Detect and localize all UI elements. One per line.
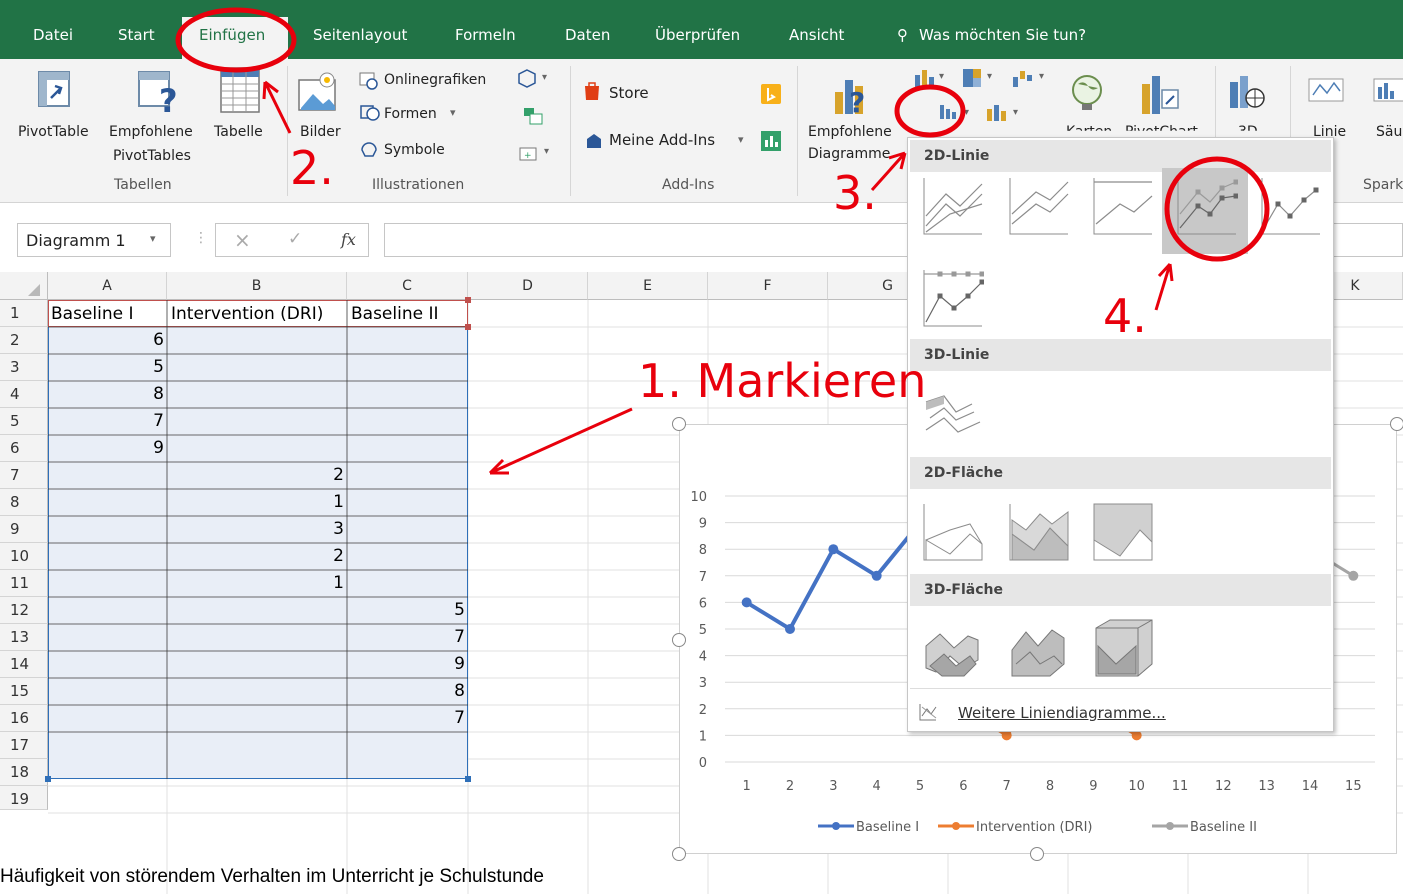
- line-chart-gallery: 2D-Linie 3D-Linie 2D-Fläche 3D-Fläche We…: [907, 137, 1334, 732]
- area-chart-thumb[interactable]: [920, 500, 984, 564]
- section-2d-area: 2D-Fläche: [910, 457, 1331, 489]
- x-tick-label: 12: [1215, 779, 1232, 794]
- gallery-divider: [910, 688, 1331, 689]
- data-point: [741, 597, 752, 608]
- y-tick-label: 10: [690, 490, 707, 505]
- excel-window: Datei Start Einfügen Seitenlayout Formel…: [0, 0, 1403, 894]
- data-point: [785, 624, 795, 634]
- legend-marker: [1166, 822, 1174, 830]
- annotation-step2: 2.: [290, 141, 334, 195]
- x-tick-label: 6: [959, 779, 967, 794]
- x-tick-label: 3: [829, 779, 837, 794]
- x-tick-label: 1: [743, 779, 751, 794]
- legend-label: Baseline I: [856, 820, 919, 835]
- x-tick-label: 11: [1172, 779, 1189, 794]
- stacked-line-markers-thumb[interactable]: [1258, 174, 1322, 238]
- x-tick-label: 8: [1046, 779, 1054, 794]
- y-tick-label: 5: [699, 623, 707, 638]
- legend-label: Baseline II: [1190, 820, 1257, 835]
- y-tick-label: 6: [699, 596, 707, 611]
- chart-resize-handle[interactable]: [672, 417, 686, 431]
- legend-marker: [952, 822, 960, 830]
- y-tick-label: 3: [699, 676, 707, 691]
- data-point: [828, 544, 839, 555]
- annotation-step1: 1. Markieren: [638, 354, 927, 408]
- x-tick-label: 5: [916, 779, 924, 794]
- chart-resize-handle[interactable]: [1390, 417, 1403, 431]
- y-tick-label: 2: [699, 703, 707, 718]
- x-tick-label: 4: [873, 779, 881, 794]
- 3d-stacked-area-thumb[interactable]: [1006, 616, 1070, 680]
- 100-stacked-line-thumb[interactable]: [1090, 174, 1154, 238]
- more-line-charts-icon: [918, 702, 938, 722]
- y-tick-label: 0: [699, 756, 707, 771]
- data-point: [871, 570, 882, 581]
- x-tick-label: 9: [1089, 779, 1097, 794]
- section-2d-line: 2D-Linie: [910, 140, 1331, 172]
- 100-stacked-area-thumb[interactable]: [1090, 500, 1154, 564]
- stacked-area-thumb[interactable]: [1006, 500, 1070, 564]
- y-tick-label: 9: [699, 517, 707, 532]
- section-3d-area: 3D-Fläche: [910, 574, 1331, 606]
- section-3d-line: 3D-Linie: [910, 339, 1331, 371]
- y-tick-label: 7: [699, 570, 707, 585]
- 100-stacked-line-markers-thumb[interactable]: [920, 266, 984, 330]
- 3d-line-thumb[interactable]: [920, 382, 984, 446]
- 3d-100-stacked-area-thumb[interactable]: [1090, 616, 1154, 680]
- x-tick-label: 14: [1302, 779, 1319, 794]
- stacked-line-thumb[interactable]: [1006, 174, 1070, 238]
- legend-label: Intervention (DRI): [976, 820, 1093, 835]
- x-tick-label: 7: [1003, 779, 1011, 794]
- 3d-area-thumb[interactable]: [920, 616, 984, 680]
- chart-resize-handle[interactable]: [1030, 847, 1044, 861]
- x-tick-label: 2: [786, 779, 794, 794]
- legend-marker: [832, 822, 840, 830]
- figure-caption: Häufigkeit von störendem Verhalten im Un…: [0, 866, 544, 887]
- chart-resize-handle[interactable]: [672, 633, 686, 647]
- annotation-step4: 4.: [1103, 289, 1147, 343]
- x-tick-label: 10: [1128, 779, 1145, 794]
- data-point: [1348, 570, 1359, 581]
- annotation-step3: 3.: [833, 166, 877, 220]
- y-tick-label: 4: [699, 650, 707, 665]
- y-tick-label: 8: [699, 543, 707, 558]
- x-tick-label: 15: [1345, 779, 1362, 794]
- x-tick-label: 13: [1258, 779, 1275, 794]
- line-chart-thumb[interactable]: [920, 174, 984, 238]
- y-tick-label: 1: [699, 729, 707, 744]
- chart-resize-handle[interactable]: [672, 847, 686, 861]
- line-with-markers-thumb[interactable]: [1174, 174, 1238, 238]
- more-line-charts-link[interactable]: Weitere Liniendiagramme...: [958, 704, 1166, 722]
